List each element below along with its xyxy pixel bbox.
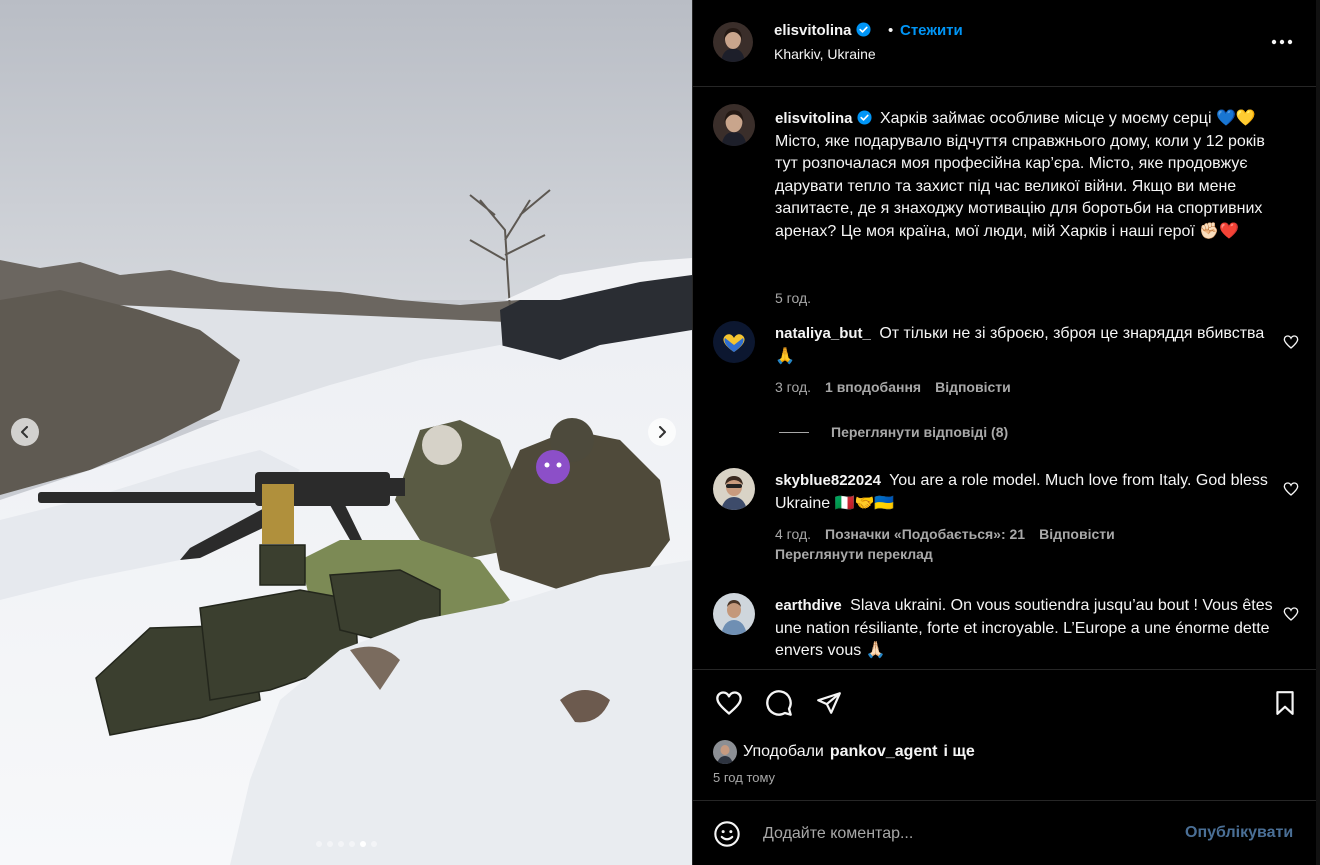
comment-likes-count[interactable]: Позначки «Подобається»: 21 [825, 526, 1025, 542]
post-timestamp[interactable]: 5 год тому [713, 770, 775, 785]
avatar-image [713, 22, 753, 62]
comment-text-block: nataliya_but_ От тільки не зі зброєю, зб… [775, 323, 1275, 368]
caption-avatar[interactable] [713, 104, 755, 146]
share-button[interactable] [813, 687, 845, 719]
verified-badge-icon [857, 110, 872, 125]
liker-avatar[interactable] [713, 740, 737, 764]
page-scrollbar[interactable] [1316, 0, 1320, 865]
more-horizontal-icon [1271, 39, 1293, 45]
comment-bubble-icon [766, 690, 792, 716]
comment-likes-count[interactable]: 1 вподобання [825, 379, 921, 395]
author-avatar[interactable] [713, 22, 753, 62]
comment-text: Slava ukraini. On vous soutiendra jusqu’… [775, 597, 1273, 659]
avatar-image [713, 593, 755, 635]
carousel-dot [337, 841, 344, 847]
save-button[interactable] [1269, 687, 1301, 719]
comment-username[interactable]: nataliya_but_ [775, 325, 871, 342]
post-comment-button[interactable]: Опублікувати [1185, 824, 1293, 842]
post-side-panel: elisvitolina • Стежити Kharkiv, Ukraine [692, 0, 1317, 865]
avatar-image [713, 321, 755, 363]
avatar-image [713, 104, 755, 146]
follow-button[interactable]: Стежити [900, 22, 963, 39]
more-options-button[interactable] [1270, 30, 1294, 54]
chevron-left-icon [21, 426, 28, 438]
author-username[interactable]: elisvitolina [774, 22, 871, 39]
heart-icon [716, 691, 742, 715]
send-icon [817, 692, 841, 714]
comments-list[interactable]: elisvitolina Харків займає особливе місц… [693, 88, 1317, 668]
view-replies-button[interactable]: Переглянути відповіді (8) [779, 424, 1008, 440]
comment-button[interactable] [763, 687, 795, 719]
carousel-dot [348, 841, 355, 847]
carousel-dot [326, 841, 333, 847]
post-photo[interactable] [0, 0, 692, 865]
liked-by-user[interactable]: pankov_agent [830, 743, 938, 761]
like-button[interactable] [713, 687, 745, 719]
comment-username[interactable]: skyblue822024 [775, 472, 881, 489]
post-location[interactable]: Kharkiv, Ukraine [774, 46, 876, 62]
reply-button[interactable]: Відповісти [935, 379, 1011, 395]
emoji-icon[interactable] [713, 820, 741, 848]
liked-by-line: Уподобали pankov_agent і ще [713, 740, 975, 764]
like-comment-heart-icon[interactable] [1283, 606, 1299, 622]
caption-username[interactable]: elisvitolina [775, 110, 872, 127]
carousel-dot [370, 841, 377, 847]
comment-username[interactable]: earthdive [775, 597, 842, 614]
commenter-avatar[interactable] [713, 468, 755, 510]
view-replies-line [779, 431, 809, 433]
carousel-indicator [0, 841, 692, 847]
comment-time: 4 год. [775, 526, 812, 542]
caption-time: 5 год. [775, 290, 812, 306]
avatar-image [713, 740, 737, 764]
carousel-dot [315, 841, 322, 847]
carousel-dot [359, 841, 366, 847]
commenter-avatar[interactable] [713, 593, 755, 635]
avatar-image [713, 468, 755, 510]
caption-username-text: elisvitolina [775, 110, 853, 127]
comment-text-block: earthdive Slava ukraini. On vous soutien… [775, 595, 1275, 663]
verified-badge-icon [856, 22, 871, 37]
commenter-avatar[interactable] [713, 321, 755, 363]
carousel-next-button[interactable] [648, 418, 676, 446]
carousel-prev-button[interactable] [11, 418, 39, 446]
comment-composer: Опублікувати [693, 802, 1317, 865]
author-username-text: elisvitolina [774, 22, 852, 39]
comment-meta: 3 год. 1 вподобання Відповісти [775, 379, 1011, 395]
post-actions-section: Уподобали pankov_agent і ще 5 год тому [693, 669, 1317, 801]
comment-meta: 4 год. Позначки «Подобається»: 21 Відпов… [775, 526, 1115, 542]
liked-by-prefix: Уподобали [743, 743, 824, 760]
reply-button[interactable]: Відповісти [1039, 526, 1115, 542]
like-comment-heart-icon[interactable] [1283, 481, 1299, 497]
caption-meta: 5 год. [775, 290, 811, 306]
post-header: elisvitolina • Стежити Kharkiv, Ukraine [693, 0, 1317, 87]
header-bullet: • [888, 22, 894, 39]
bookmark-icon [1276, 691, 1294, 715]
photo-scene [0, 0, 692, 865]
comment-input[interactable] [763, 822, 1163, 846]
caption-text-block: elisvitolina Харків займає особливе місц… [775, 108, 1275, 243]
comment-time: 3 год. [775, 379, 812, 395]
like-comment-heart-icon[interactable] [1283, 334, 1299, 350]
view-replies-label: Переглянути відповіді (8) [831, 424, 1009, 440]
comment-text-block: skyblue822024 You are a role model. Much… [775, 470, 1275, 515]
caption-text: Харків займає особливе місце у моєму сер… [775, 110, 1265, 240]
see-translation-button[interactable]: Переглянути переклад [775, 546, 933, 562]
chevron-right-icon [659, 426, 666, 438]
liked-by-others[interactable]: і ще [943, 743, 974, 761]
